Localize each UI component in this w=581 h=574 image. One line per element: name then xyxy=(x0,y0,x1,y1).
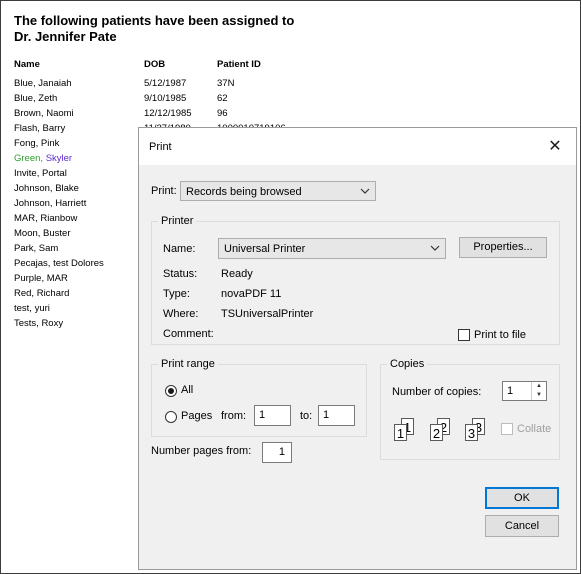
type-value: novaPDF 11 xyxy=(221,288,282,300)
chevron-down-icon xyxy=(430,242,440,257)
patient-name: test, yuri xyxy=(14,303,50,314)
patient-name: Fong, Pink xyxy=(14,138,60,149)
page-icon: 1 xyxy=(394,424,407,441)
pages-radio[interactable] xyxy=(165,411,177,423)
type-label: Type: xyxy=(163,288,190,300)
ok-button[interactable]: OK xyxy=(485,487,559,509)
report-title-line2: Dr. Jennifer Pate xyxy=(14,29,117,44)
report-title: The following patients have been assigne… xyxy=(14,13,294,45)
patient-name: Johnson, Blake xyxy=(14,183,79,194)
all-label: All xyxy=(181,384,194,396)
number-of-copies-label: Number of copies: xyxy=(392,386,482,398)
name-label: Name: xyxy=(163,243,196,255)
print-dialog: Print ✕ Print: Records being browsed Pri… xyxy=(138,127,577,570)
print-to-file-label: Print to file xyxy=(474,329,526,341)
collate-label: Collate xyxy=(517,423,552,435)
to-page-input[interactable]: 1 xyxy=(318,405,355,426)
printer-name-value: Universal Printer xyxy=(224,243,306,255)
copies-legend: Copies xyxy=(387,358,428,370)
column-header-patient-id: Patient ID xyxy=(217,59,261,70)
print-range-group: Print range All Pages from: 1 to: 1 xyxy=(151,358,367,437)
patient-name: Brown, Naomi xyxy=(14,108,74,119)
print-what-dropdown[interactable]: Records being browsed xyxy=(180,181,376,201)
patient-name: Flash, Barry xyxy=(14,123,66,134)
to-page-value: 1 xyxy=(323,409,330,421)
patient-dob: 12/12/1985 xyxy=(144,108,192,119)
patient-name: Green, Skyler xyxy=(14,153,72,164)
status-value: Ready xyxy=(221,268,253,280)
print-to-file-checkbox[interactable] xyxy=(458,329,470,341)
patient-name: Invite, Portal xyxy=(14,168,67,179)
dialog-title: Print xyxy=(149,141,172,153)
where-value: TSUniversalPrinter xyxy=(221,308,314,320)
number-pages-from-label: Number pages from: xyxy=(151,445,252,457)
comment-label: Comment: xyxy=(163,328,214,340)
column-header-dob: DOB xyxy=(144,59,166,70)
print-label: Print: xyxy=(151,185,177,197)
collate-icon: 1 1 2 2 3 3 xyxy=(394,411,494,447)
printer-group-legend: Printer xyxy=(158,215,197,227)
print-what-value: Records being browsed xyxy=(186,186,302,198)
patient-id: 96 xyxy=(217,108,228,119)
from-page-value: 1 xyxy=(259,409,266,421)
patient-name: Pecajas, test Dolores xyxy=(14,258,104,269)
patient-name: Johnson, Harriett xyxy=(14,198,87,209)
dialog-titlebar: Print ✕ xyxy=(139,128,576,165)
page-icon: 2 xyxy=(430,424,443,441)
copies-spin-buttons[interactable]: ▲ ▼ xyxy=(531,382,546,400)
close-icon[interactable]: ✕ xyxy=(542,134,568,160)
pages-label: Pages xyxy=(181,410,213,422)
all-radio[interactable] xyxy=(165,385,177,397)
number-pages-from-value: 1 xyxy=(278,446,285,458)
column-header-name: Name xyxy=(14,59,40,70)
patient-name: Tests, Roxy xyxy=(14,318,64,329)
from-label: from: xyxy=(221,410,247,422)
number-pages-from-input[interactable]: 1 xyxy=(262,442,292,463)
printer-name-dropdown[interactable]: Universal Printer xyxy=(218,238,446,259)
patient-dob: 5/12/1987 xyxy=(144,78,187,89)
patient-name-last: Green, xyxy=(14,153,46,164)
spin-down-icon[interactable]: ▼ xyxy=(532,391,546,400)
print-range-legend: Print range xyxy=(158,358,218,370)
patient-id: 62 xyxy=(217,93,228,104)
collate-checkbox[interactable] xyxy=(501,423,513,435)
patient-name: Moon, Buster xyxy=(14,228,71,239)
patient-name: MAR, Rianbow xyxy=(14,213,78,224)
patient-name: Red, Richard xyxy=(14,288,70,299)
patient-name: Park, Sam xyxy=(14,243,59,254)
spin-up-icon[interactable]: ▲ xyxy=(532,382,546,391)
status-label: Status: xyxy=(163,268,198,280)
number-of-copies-value: 1 xyxy=(507,385,514,397)
from-page-input[interactable]: 1 xyxy=(254,405,291,426)
properties-button[interactable]: Properties... xyxy=(459,237,547,258)
patient-name: Blue, Zeth xyxy=(14,93,58,104)
cancel-button[interactable]: Cancel xyxy=(485,515,559,537)
patient-dob: 9/10/1985 xyxy=(144,93,187,104)
copies-group: Copies Number of copies: 1 ▲ ▼ 1 1 2 2 3… xyxy=(380,358,560,460)
to-label: to: xyxy=(300,410,313,422)
patient-id: 37N xyxy=(217,78,235,89)
printer-group: Printer Name: Universal Printer Properti… xyxy=(151,215,560,345)
patient-name-first: Skyler xyxy=(45,153,73,164)
page-icon: 3 xyxy=(465,424,478,441)
report-title-line1: The following patients have been assigne… xyxy=(14,13,295,28)
where-label: Where: xyxy=(163,308,199,320)
number-of-copies-spinner[interactable]: 1 ▲ ▼ xyxy=(502,381,547,401)
patient-name: Purple, MAR xyxy=(14,273,68,284)
patient-name: Blue, Janaiah xyxy=(14,78,72,89)
chevron-down-icon xyxy=(360,185,370,200)
